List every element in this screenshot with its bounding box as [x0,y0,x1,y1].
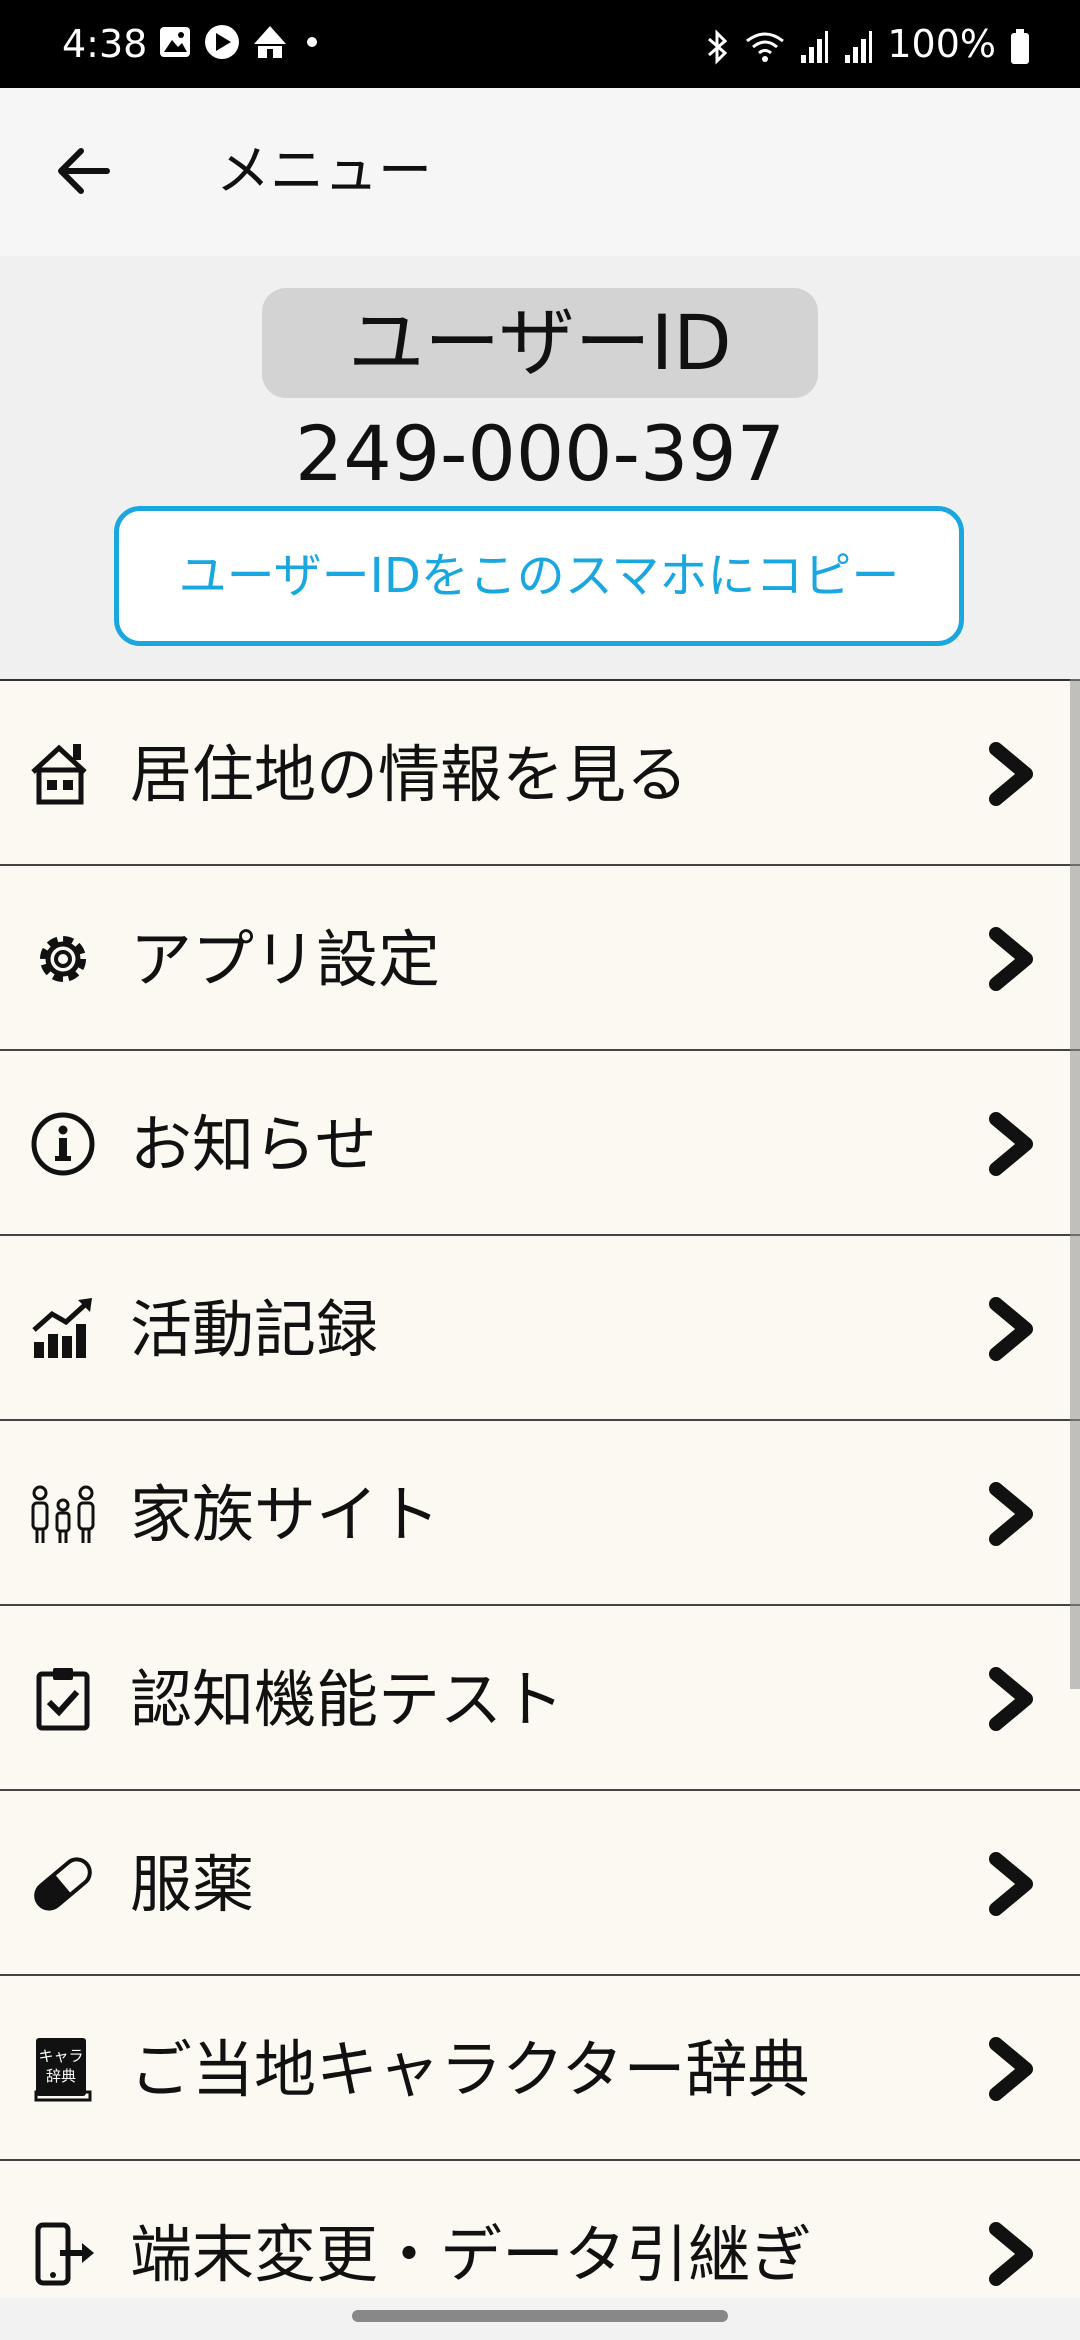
menu-item-label: 認知機能テスト [130,1663,565,1736]
app-notification-icon [252,24,288,60]
menu-item-app-settings[interactable]: アプリ設定 [0,866,1080,1051]
clipboard-check-icon [28,1664,98,1734]
chevron-right-icon [989,1852,1033,1916]
status-bar: 4:38 100% [0,0,1080,88]
chevron-right-icon [989,742,1033,806]
scrollbar[interactable] [1070,679,1080,1689]
svg-text:キャラ: キャラ [38,2047,83,2065]
chevron-right-icon [989,1297,1033,1361]
user-id-panel: ユーザーID 249-000-397 ユーザーIDをこのスマホにコピー [0,256,1080,680]
phone-transfer-icon [28,2219,98,2289]
menu-item-character-dictionary[interactable]: キャラ辞典 ご当地キャラクター辞典 [0,1976,1080,2161]
menu-item-label: 端末変更・データ引継ぎ [130,2218,813,2291]
arrow-left-icon [58,148,110,194]
svg-text:辞典: 辞典 [46,2067,76,2085]
bluetooth-icon [703,29,731,65]
battery-percentage: 100% [887,22,996,66]
home-gesture-handle[interactable] [352,2310,728,2322]
bar-chart-icon [28,1294,98,1364]
menu-item-medication[interactable]: 服薬 [0,1791,1080,1976]
info-icon [28,1109,98,1179]
menu-item-label: 家族サイト [130,1478,441,1551]
gear-icon [28,924,98,994]
play-store-icon [204,24,240,60]
menu-item-cognitive-test[interactable]: 認知機能テスト [0,1606,1080,1791]
chevron-right-icon [989,1112,1033,1176]
chevron-right-icon [989,2037,1033,2101]
page-title: メニュー [216,139,432,202]
pill-icon [28,1849,98,1919]
chevron-right-icon [989,2222,1033,2286]
menu-item-label: ご当地キャラクター辞典 [130,2033,810,2106]
menu-item-notices[interactable]: お知らせ [0,1051,1080,1236]
system-icons: 100% [703,22,1030,70]
menu-item-family-site[interactable]: 家族サイト [0,1421,1080,1606]
user-id-label: ユーザーID [262,288,818,398]
menu-item-label: 活動記録 [130,1293,379,1366]
menu-item-device-transfer[interactable]: 端末変更・データ引継ぎ [0,2161,1080,2301]
menu-item-label: 服薬 [130,1848,255,1921]
menu-item-residence-info[interactable]: 居住地の情報を見る [0,681,1080,866]
user-id-value: 249-000-397 [294,409,786,498]
menu-item-activity-log[interactable]: 活動記録 [0,1236,1080,1421]
chevron-right-icon [989,1667,1033,1731]
back-button[interactable] [50,138,116,204]
house-icon [28,739,98,809]
menu-item-label: お知らせ [130,1108,377,1181]
app-bar: メニュー [0,88,1080,256]
wifi-icon [745,29,785,65]
chevron-right-icon [989,927,1033,991]
gallery-icon [158,25,192,59]
chevron-right-icon [989,1482,1033,1546]
signal-icon-2 [843,29,873,65]
family-icon [28,1479,98,1549]
status-time: 4:38 [62,22,148,66]
menu-list: 居住地の情報を見る アプリ設定 お知らせ 活動記録 家族サイト 認知機能テスト … [0,679,1080,2301]
menu-item-label: アプリ設定 [130,923,441,996]
copy-user-id-button[interactable]: ユーザーIDをこのスマホにコピー [114,506,964,646]
signal-icon-1 [799,29,829,65]
notification-icons [158,24,324,60]
battery-icon [1010,29,1030,65]
dot-icon [300,30,324,54]
menu-item-label: 居住地の情報を見る [130,738,689,811]
dictionary-book-icon: キャラ 辞典 [28,2034,98,2104]
